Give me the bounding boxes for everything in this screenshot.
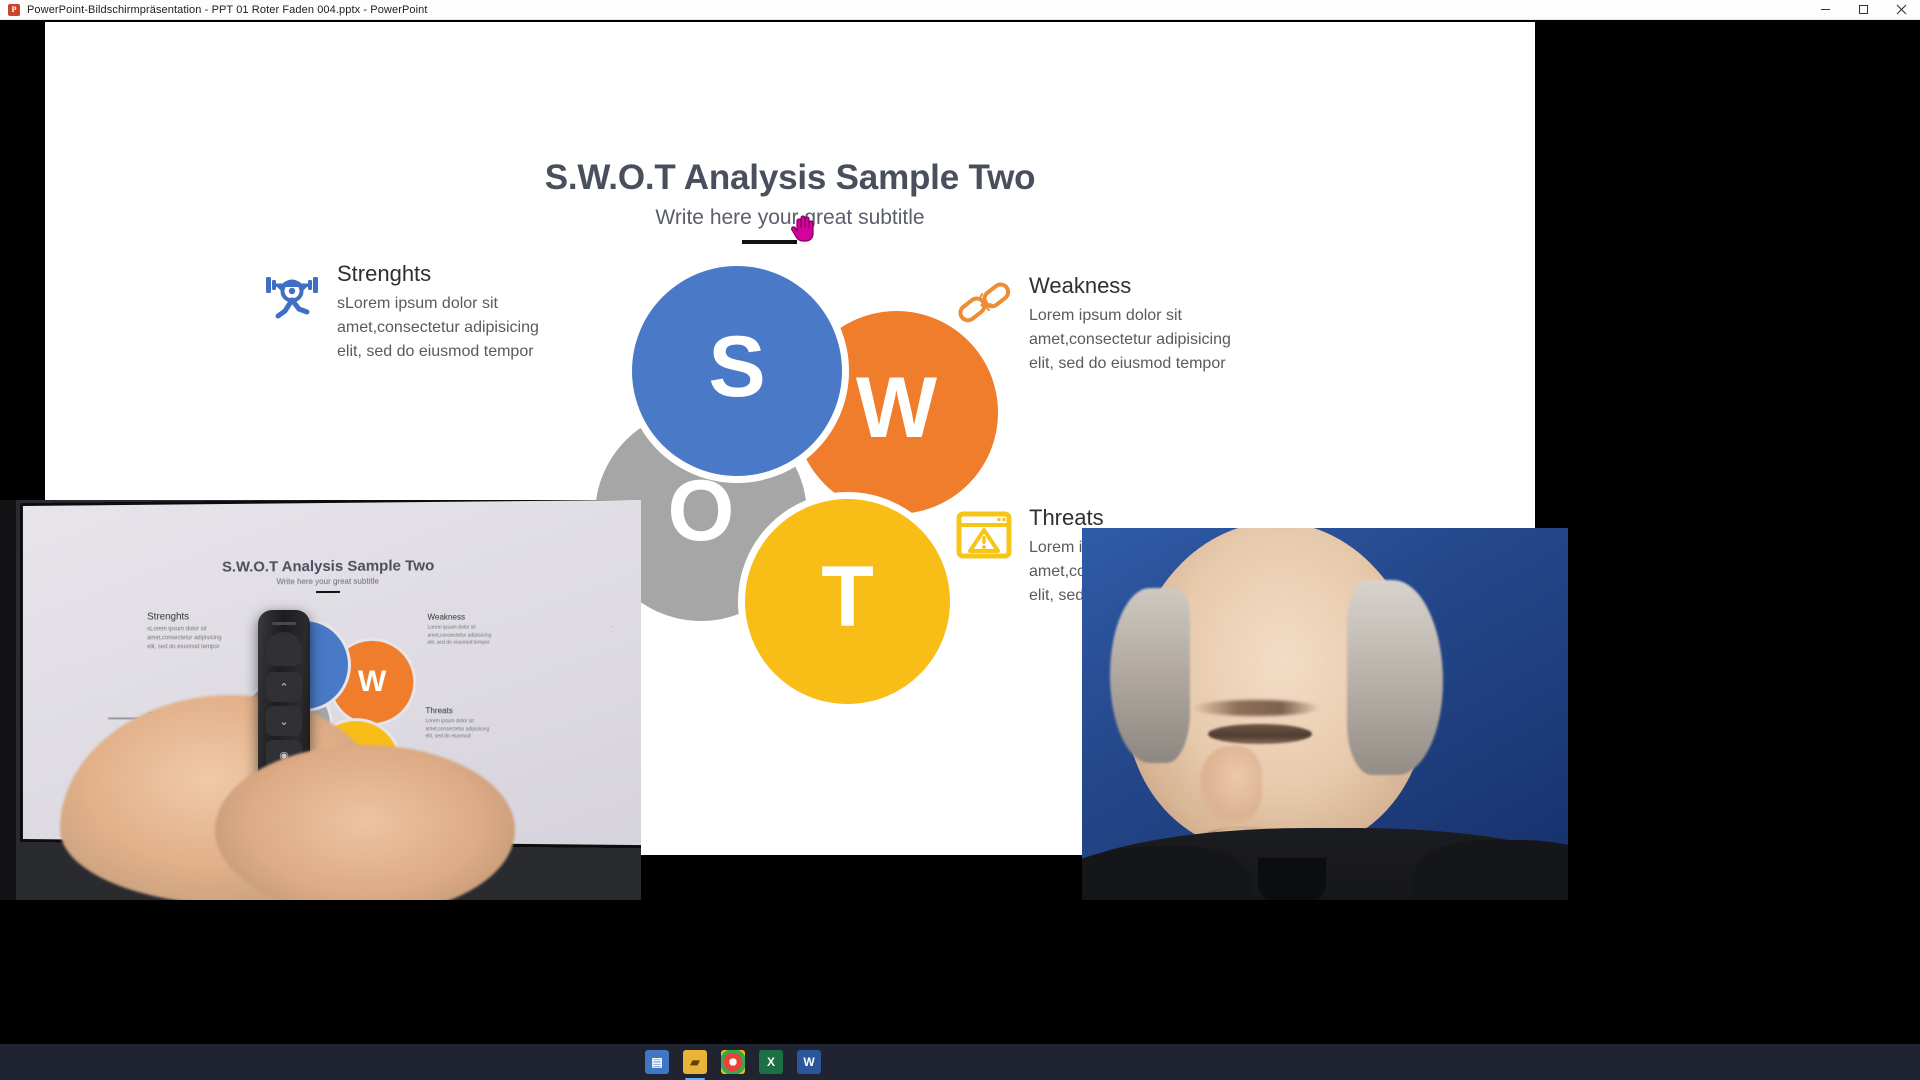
- venn-circle-threats: T: [745, 499, 950, 704]
- speaker-nose: [1200, 746, 1262, 824]
- monitor-bezel-left: [0, 500, 16, 900]
- venn-letter-s: S: [708, 318, 766, 415]
- quadrant-heading-threats: Threats: [1029, 505, 1104, 530]
- quadrant-weakness: Weakness Lorem ipsum dolor sit amet,cons…: [955, 273, 1295, 375]
- speaker-shoulder-right: [1412, 840, 1568, 900]
- demo-video-overlay: S.W.O.T Analysis Sample Two Write here y…: [0, 500, 641, 900]
- desktop-background: S.W.O.T Analysis Sample Two Write here y…: [0, 20, 1920, 1080]
- powerpoint-icon: P: [8, 3, 20, 16]
- quadrant-strengths: Strenghts sLorem ipsum dolor sit amet,co…: [263, 261, 593, 363]
- remote-button-down[interactable]: ⌄: [266, 706, 302, 736]
- chevron-up-icon: ⌃: [279, 681, 289, 694]
- mini-body-threats: Lorem ipsum dolor sit amet,consectetur a…: [425, 718, 490, 740]
- broken-chain-icon: [955, 274, 1013, 332]
- folder-icon: ▰: [690, 1055, 700, 1069]
- venn-letter-t: T: [821, 549, 874, 645]
- speaker-brow: [1192, 700, 1320, 716]
- mini-heading-strengths: Strenghts: [147, 611, 190, 623]
- taskbar-icon-group: ▤ ▰ ● X W: [645, 1044, 821, 1080]
- word-icon: W: [803, 1055, 815, 1069]
- remote-indicator-light: [272, 622, 296, 625]
- close-button[interactable]: [1882, 0, 1920, 20]
- mini-title-underline: [315, 590, 340, 594]
- taskbar-item-folder[interactable]: ▰: [683, 1050, 707, 1080]
- taskbar-item-excel[interactable]: X: [759, 1050, 783, 1074]
- maximize-button[interactable]: [1844, 0, 1882, 20]
- minimize-button[interactable]: [1806, 0, 1844, 20]
- venn-letter-w: W: [855, 360, 938, 456]
- remote-button-up[interactable]: ⌃: [266, 672, 302, 702]
- mini-body-weakness: Lorem ipsum dolor sit amet,consectetur a…: [427, 624, 492, 646]
- chevron-down-icon: ⌄: [279, 715, 289, 728]
- weightlifter-icon: [263, 262, 321, 320]
- mini-slide-title: S.W.O.T Analysis Sample Two: [222, 557, 435, 576]
- speaker-eye: [1208, 724, 1312, 744]
- windows-taskbar[interactable]: ▤ ▰ ● X W: [0, 1044, 1920, 1080]
- quadrant-body-strengths: sLorem ipsum dolor sit amet,consectetur …: [337, 295, 539, 360]
- window-controls: [1806, 0, 1920, 20]
- mini-heading-weakness: Weakness: [427, 612, 466, 622]
- taskbar-item-word[interactable]: W: [797, 1050, 821, 1074]
- venn-letter-o: O: [667, 462, 735, 559]
- speaker-shoulder-left: [1082, 846, 1252, 900]
- speaker-webcam-overlay: [1082, 528, 1568, 900]
- quadrant-body-weakness: Lorem ipsum dolor sit amet,consectetur a…: [1029, 307, 1231, 372]
- explorer-icon: ▤: [651, 1055, 663, 1069]
- quadrant-heading-strengths: Strenghts: [337, 261, 432, 286]
- speaker-hair-right: [1347, 580, 1443, 775]
- speaker-collar: [1258, 858, 1326, 900]
- window-title: PowerPoint-Bildschirmpräsentation - PPT …: [27, 3, 428, 16]
- excel-icon: X: [766, 1055, 775, 1069]
- title-bar: P PowerPoint-Bildschirmpräsentation - PP…: [0, 0, 1920, 20]
- taskbar-item-chrome[interactable]: ●: [721, 1050, 745, 1074]
- mini-slide-subtitle: Write here your great subtitle: [276, 576, 379, 587]
- remote-button-top[interactable]: [266, 632, 302, 666]
- hand-cursor: [790, 214, 816, 242]
- speaker-hair-left: [1110, 588, 1190, 763]
- mini-heading-threats: Threats: [425, 706, 453, 716]
- quadrant-heading-weakness: Weakness: [1029, 273, 1132, 298]
- taskbar-item-explorer[interactable]: ▤: [645, 1050, 669, 1074]
- slide-title: S.W.O.T Analysis Sample Two: [544, 158, 1036, 197]
- warning-window-icon: [955, 506, 1013, 564]
- venn-circle-strengths: S: [632, 266, 842, 476]
